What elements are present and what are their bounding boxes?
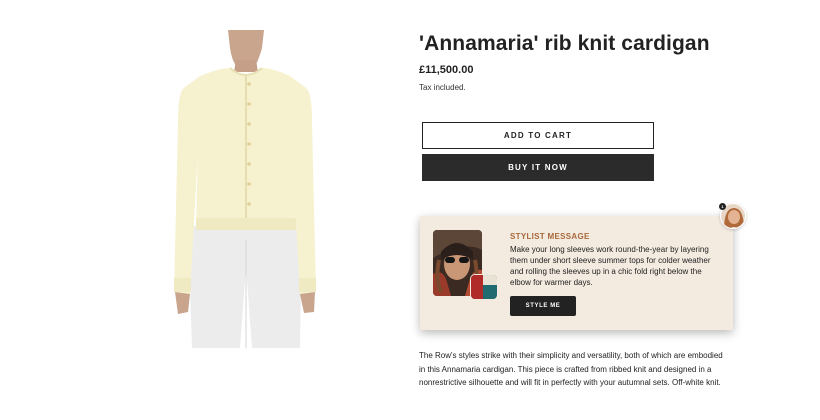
- product-description: The Row's styles strike with their simpl…: [419, 351, 723, 387]
- product-image[interactable]: [168, 30, 322, 348]
- buy-it-now-button[interactable]: BUY IT NOW: [422, 154, 654, 181]
- stylist-message-text: Make your long sleeves work round-the-ye…: [510, 245, 711, 287]
- style-me-button[interactable]: STYLE ME: [510, 296, 576, 316]
- product-price: £11,500.00: [419, 64, 474, 76]
- product-title: 'Annamaria' rib knit cardigan: [419, 32, 710, 55]
- stylist-heading: STYLIST MESSAGE: [510, 232, 590, 241]
- stylist-message-card: STYLIST MESSAGE Make your long sleeves w…: [420, 216, 733, 330]
- tax-note: Tax included.: [419, 83, 466, 92]
- add-to-cart-button[interactable]: ADD TO CART: [422, 122, 654, 149]
- notification-badge: 1: [719, 203, 726, 210]
- outfit-thumbnail[interactable]: [470, 274, 498, 300]
